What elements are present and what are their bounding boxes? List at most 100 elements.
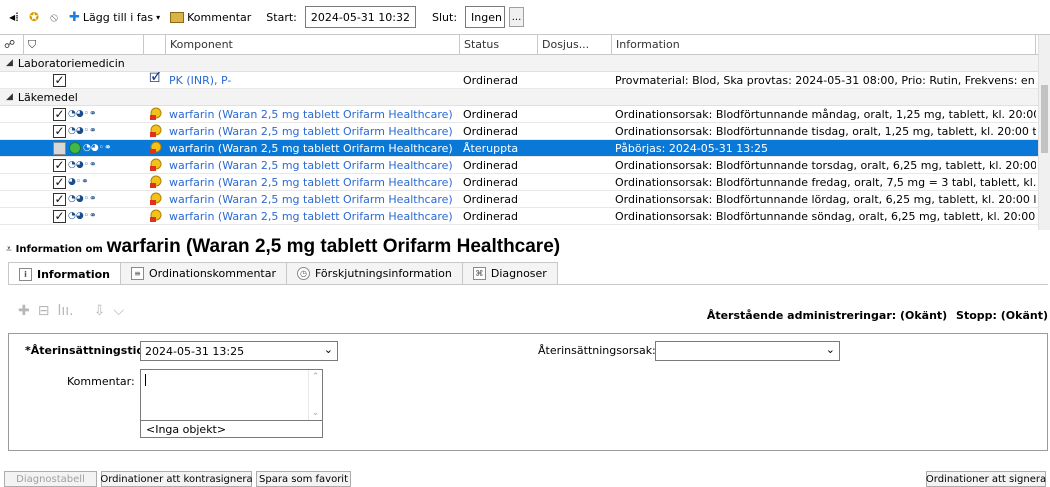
row-dose-adjust xyxy=(538,140,612,157)
add-to-phase-button[interactable]: ✚ Lägg till i fas ▾ xyxy=(66,9,163,26)
medication-status-icons: ◔◕◦⚭ xyxy=(68,109,97,119)
countersign-orders-button[interactable]: Ordinationer att kontrasignera xyxy=(100,471,253,487)
information-panel: ✚ ⊟ lıı. ⇩ ⌵ Återstående administreringa… xyxy=(8,284,1048,459)
row-status: Ordinerad xyxy=(463,73,519,87)
row-checkbox[interactable]: ✓ xyxy=(53,124,66,138)
col-header-component[interactable]: Komponent xyxy=(166,35,460,54)
row-component[interactable]: warfarin (Waran 2,5 mg tablett Orifarm H… xyxy=(166,157,460,174)
row-dose-adjust xyxy=(538,174,612,191)
remove-icon[interactable]: ⊟ xyxy=(38,303,50,319)
end-field[interactable]: Ingen xyxy=(465,6,506,28)
scroll-down-icon[interactable]: ⌄ xyxy=(312,408,320,418)
diagnosis-icon: ⌘ xyxy=(472,267,486,280)
end-label: Slut: xyxy=(432,10,458,24)
tab-label: Ordinationskommentar xyxy=(149,267,276,280)
tab-diagnoses[interactable]: ⌘ Diagnoser xyxy=(461,262,558,284)
remaining-administrations: Återstående administreringar: (Okänt) St… xyxy=(707,309,1048,322)
tab-information[interactable]: i Information xyxy=(8,262,121,285)
row-checkbox[interactable]: ✓ xyxy=(53,141,66,155)
col-header-status[interactable]: Status xyxy=(460,35,538,54)
chevron-down-icon[interactable]: ⌄ xyxy=(324,343,333,356)
collapse-arrow-icon[interactable]: ◂⁞ xyxy=(6,9,22,25)
table-row[interactable]: ✓ ◔◕◦⚭ warfarin (Waran 2,5 mg tablett Ori… xyxy=(0,123,1050,140)
col-header-information[interactable]: Information xyxy=(612,35,1036,54)
restart-reason-select[interactable]: ⌄ xyxy=(655,341,840,361)
table-row[interactable]: ✓ ◔◕◦⚭ warfarin (Waran 2,5 mg tablett Ori… xyxy=(0,106,1050,123)
tab-shift-information[interactable]: ◷ Förskjutningsinformation xyxy=(286,262,463,284)
row-dose-adjust xyxy=(538,157,612,174)
medication-status-icons: ◔◕◦⚭ xyxy=(68,194,97,204)
scrollbar-thumb[interactable] xyxy=(1041,85,1048,153)
table-row[interactable]: ✓ 🗹 PK (INR), P- Ordinerad Provmaterial:… xyxy=(0,72,1050,89)
remaining-text: Återstående administreringar: (Okänt) xyxy=(706,309,948,322)
comment-list-icon: ≡ xyxy=(131,267,144,280)
table-row[interactable]: ✓ ◔◕◦⚭ warfarin (Waran 2,5 mg tablett Ori… xyxy=(0,208,1050,225)
row-checkbox[interactable]: ✓ xyxy=(53,158,66,172)
collapse-triangle-icon[interactable]: ◢ xyxy=(6,58,13,68)
row-dose-adjust xyxy=(538,123,612,140)
diagnosis-table-button[interactable]: Diagnostabell xyxy=(4,471,97,487)
row-checkbox[interactable]: ✓ xyxy=(53,73,66,87)
comment-items-list[interactable]: <Inga objekt> xyxy=(140,420,323,438)
group-lakemedel[interactable]: ◢ Läkemedel xyxy=(0,89,1050,106)
orders-to-sign-button[interactable]: Ordinationer att signera xyxy=(926,471,1046,487)
row-info: Ordinationsorsak: Blodförtunnande måndag… xyxy=(615,107,1036,121)
row-component[interactable]: warfarin (Waran 2,5 mg tablett Orifarm H… xyxy=(166,191,460,208)
move-down-icon[interactable]: ⇩ xyxy=(94,303,106,319)
row-component[interactable]: warfarin (Waran 2,5 mg tablett Orifarm H… xyxy=(166,123,460,140)
row-status: Ordinerad xyxy=(463,107,519,121)
filter-column-icon[interactable]: ⛉ xyxy=(24,35,144,54)
chevron-down-icon: ▾ xyxy=(156,12,161,22)
table-row[interactable]: ✓ ◔◕◦⚭ warfarin (Waran 2,5 mg tablett Ori… xyxy=(0,191,1050,208)
medication-status-icons: ◔◕◦⚭ xyxy=(68,126,97,136)
row-component[interactable]: warfarin (Waran 2,5 mg tablett Orifarm H… xyxy=(166,174,460,191)
comment-label: Kommentar xyxy=(187,10,252,24)
end-picker-button[interactable]: ... xyxy=(509,7,525,27)
textarea-scrollbar[interactable]: ⌃ ⌄ xyxy=(308,370,322,420)
suggestion-bulb-icon[interactable]: ✪ xyxy=(26,9,42,25)
row-component[interactable]: warfarin (Waran 2,5 mg tablett Orifarm H… xyxy=(166,208,460,225)
row-component[interactable]: warfarin (Waran 2,5 mg tablett Orifarm H… xyxy=(166,140,460,157)
medication-status-icons: ◔◕◦⚭ xyxy=(83,143,112,153)
chart-icon[interactable]: lıı. xyxy=(57,303,73,319)
table-row-selected[interactable]: ✓ ◔◕◦⚭ warfarin (Waran 2,5 mg tablett Ori… xyxy=(0,140,1050,157)
blank-column xyxy=(144,35,166,54)
expand-down-icon[interactable]: ⌵ xyxy=(113,303,124,319)
collapse-triangle-icon[interactable]: ◢ xyxy=(6,92,13,102)
scroll-up-icon[interactable]: ⌃ xyxy=(312,372,320,382)
row-component[interactable]: warfarin (Waran 2,5 mg tablett Orifarm H… xyxy=(166,106,460,123)
start-field[interactable]: 2024-05-31 10:32 xyxy=(304,6,416,28)
details-header: ⩡ Information om warfarin (Waran 2,5 mg … xyxy=(6,236,560,258)
group-laboratoriemedicin[interactable]: ◢ Laboratoriemedicin xyxy=(0,55,1050,72)
bottom-actions: Diagnostabell Ordinationer att kontrasig… xyxy=(0,470,1050,487)
table-row[interactable]: ✓ ◔◕◦⚭ warfarin (Waran 2,5 mg tablett Ori… xyxy=(0,157,1050,174)
cancel-icon[interactable]: ⦸ xyxy=(46,9,62,25)
row-info: Ordinationsorsak: Blodförtunnande fredag… xyxy=(615,175,1036,189)
row-info: Ordinationsorsak: Blodförtunnande lördag… xyxy=(615,192,1036,206)
add-icon[interactable]: ✚ xyxy=(18,303,30,319)
row-dose-adjust xyxy=(538,72,612,89)
row-checkbox[interactable]: ✓ xyxy=(53,175,66,189)
grid-header: ☍ ⛉ Komponent Status Dosjus... Informati… xyxy=(0,35,1050,55)
link-column-icon[interactable]: ☍ xyxy=(0,35,24,54)
tab-label: Information xyxy=(37,267,110,281)
col-header-dose-adjust[interactable]: Dosjus... xyxy=(538,35,612,54)
collapse-details-icon[interactable]: ⩡ xyxy=(6,244,12,255)
save-as-favorite-button[interactable]: Spara som favorit xyxy=(256,471,351,487)
row-checkbox[interactable]: ✓ xyxy=(53,209,66,223)
row-component[interactable]: PK (INR), P- xyxy=(166,72,460,89)
comment-button[interactable]: Kommentar xyxy=(167,10,254,25)
restart-time-select[interactable]: 2024-05-31 13:25 ⌄ xyxy=(140,341,338,361)
tab-order-comment[interactable]: ≡ Ordinationskommentar xyxy=(120,262,287,284)
medication-status-icons: ◔◕◦⚭ xyxy=(68,160,97,170)
comment-textarea[interactable]: ⌃ ⌄ xyxy=(140,369,323,421)
restart-time-value: 2024-05-31 13:25 xyxy=(145,344,245,358)
row-checkbox[interactable]: ✓ xyxy=(53,107,66,121)
table-row[interactable]: ✓ ◕◦⚭ warfarin (Waran 2,5 mg tablett Orif… xyxy=(0,174,1050,191)
plus-icon: ✚ xyxy=(69,9,80,25)
chevron-down-icon[interactable]: ⌄ xyxy=(826,343,835,356)
grid-scrollbar[interactable] xyxy=(1038,35,1050,230)
row-checkbox[interactable]: ✓ xyxy=(53,192,66,206)
row-status: Ordinerad xyxy=(463,192,519,206)
restart-time-label: *Återinsättningstid: xyxy=(25,344,149,357)
